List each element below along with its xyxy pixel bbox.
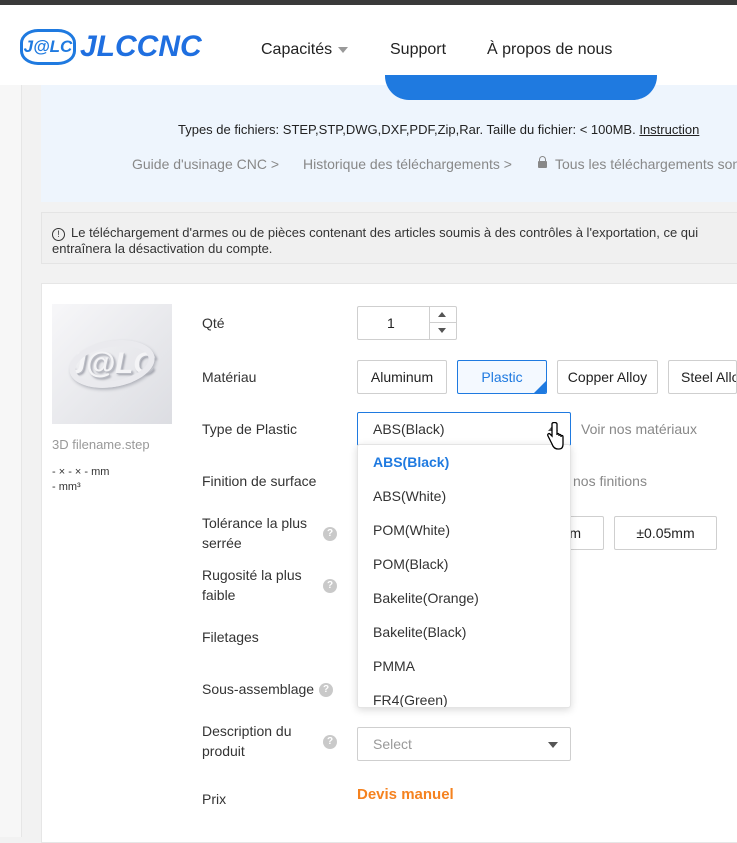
chevron-down-icon [548, 742, 558, 748]
price-value: Devis manuel [357, 786, 454, 803]
plastic-type-value: ABS(Black) [373, 421, 445, 437]
material-label: Matériau [202, 369, 257, 385]
logo-text: JLCCNC [80, 30, 202, 63]
instructions-link[interactable]: Instruction [639, 122, 699, 137]
upload-history-link[interactable]: Historique des téléchargements > [303, 156, 512, 172]
quantity-step-controls [429, 307, 456, 339]
roughness-label-line-2: faible [202, 587, 236, 603]
part-bounding-box: - × - × - mm [52, 466, 110, 478]
roughness-label-line-1: Rugosité la plus [202, 567, 302, 583]
nav-capacites-label: Capacités [261, 41, 333, 58]
cnc-guide-link[interactable]: Guide d'usinage CNC > [132, 156, 279, 172]
dropdown-option-pom-black[interactable]: POM(Black) [358, 547, 570, 581]
dropdown-option-abs-black[interactable]: ABS(Black) [358, 445, 570, 479]
logo-badge: J@LC [20, 29, 76, 65]
description-label-line-1: Description du [202, 723, 292, 739]
secure-upload-note: Tous les téléchargements sont [538, 156, 737, 172]
view-materials-link[interactable]: Voir nos matériaux [581, 421, 697, 437]
material-option-aluminum[interactable]: Aluminum [357, 360, 447, 394]
nav-a-propos[interactable]: À propos de nous [487, 41, 612, 59]
tolerance-label-line-1: Tolérance la plus [202, 515, 308, 531]
threads-label: Filetages [202, 629, 259, 645]
roughness-label: Rugosité la plus faible [202, 565, 302, 605]
description-help-icon[interactable]: ? [323, 735, 337, 749]
part-thumbnail[interactable]: J@LC [52, 304, 172, 424]
warning-line-2: entraînera la désactivation du compte. [52, 241, 273, 256]
hand-cursor-icon [547, 422, 564, 450]
jlccnc-logo[interactable]: J@LC JLCCNC [20, 27, 202, 67]
plastic-type-dropdown: ABS(Black) ABS(White) POM(White) POM(Bla… [357, 444, 571, 708]
part-filename: 3D filename.step [52, 437, 150, 452]
tolerance-help-icon[interactable]: ? [323, 527, 337, 541]
dropdown-option-pmma[interactable]: PMMA [358, 649, 570, 683]
plastic-type-label: Type de Plastic [202, 421, 297, 437]
dropdown-option-abs-white[interactable]: ABS(White) [358, 479, 570, 513]
material-option-plastic[interactable]: Plastic [457, 360, 547, 394]
nav-capacites[interactable]: Capacités [261, 41, 349, 59]
upload-panel: Types de fichiers: STEP,STP,DWG,DXF,PDF,… [41, 75, 737, 202]
quantity-stepper[interactable]: 1 [357, 306, 457, 340]
part-dimensions: - × - × - mm - mm³ [52, 465, 109, 495]
material-option-copper-alloy[interactable]: Copper Alloy [557, 360, 658, 394]
description-label-line-2: produit [202, 743, 245, 759]
material-option-steel-alloy[interactable]: Steel Allo [668, 360, 737, 394]
subassembly-label: Sous-assemblage [202, 681, 315, 697]
product-description-select[interactable]: Select [357, 727, 571, 761]
qty-label: Qté [202, 315, 225, 331]
warning-line-1: Le téléchargement d'armes ou de pièces c… [71, 225, 699, 240]
info-circle-icon: ! [52, 228, 65, 241]
dropdown-option-bakelite-orange[interactable]: Bakelite(Orange) [358, 581, 570, 615]
thumbnail-ring-shape [65, 333, 159, 395]
tolerance-label-line-2: serrée [202, 535, 242, 551]
subassembly-help-icon[interactable]: ? [319, 683, 333, 697]
plastic-type-select[interactable]: ABS(Black) [357, 412, 571, 446]
file-types-text: Types de fichiers: STEP,STP,DWG,DXF,PDF,… [178, 122, 636, 137]
chevron-down-icon [338, 46, 349, 53]
decrement-button[interactable] [430, 323, 456, 339]
part-volume: - mm³ [52, 481, 81, 493]
increment-button[interactable] [430, 307, 456, 323]
tolerance-label: Tolérance la plus serrée [202, 513, 307, 553]
dropdown-option-bakelite-black[interactable]: Bakelite(Black) [358, 615, 570, 649]
dropdown-option-fr4-green[interactable]: FR4(Green) [358, 683, 570, 707]
quantity-value: 1 [387, 315, 395, 331]
roughness-help-icon[interactable]: ? [323, 579, 337, 593]
dropdown-option-pom-white[interactable]: POM(White) [358, 513, 570, 547]
tolerance-option-005[interactable]: ±0.05mm [614, 516, 717, 550]
description-label: Description du produit [202, 721, 292, 761]
surface-finish-label: Finition de surface [202, 473, 317, 489]
file-types-info: Types de fichiers: STEP,STP,DWG,DXF,PDF,… [178, 122, 699, 137]
price-label: Prix [202, 791, 227, 807]
export-control-warning: ! Le téléchargement d'armes ou de pièces … [41, 212, 737, 264]
lock-icon [538, 156, 547, 168]
site-header: J@LC JLCCNC Capacités Support À propos d… [0, 5, 737, 85]
left-sidebar-strip [0, 85, 22, 837]
description-placeholder: Select [373, 736, 412, 752]
nav-support[interactable]: Support [390, 41, 446, 59]
secure-upload-text: Tous les téléchargements sont [555, 156, 737, 172]
upload-button[interactable] [385, 75, 657, 100]
